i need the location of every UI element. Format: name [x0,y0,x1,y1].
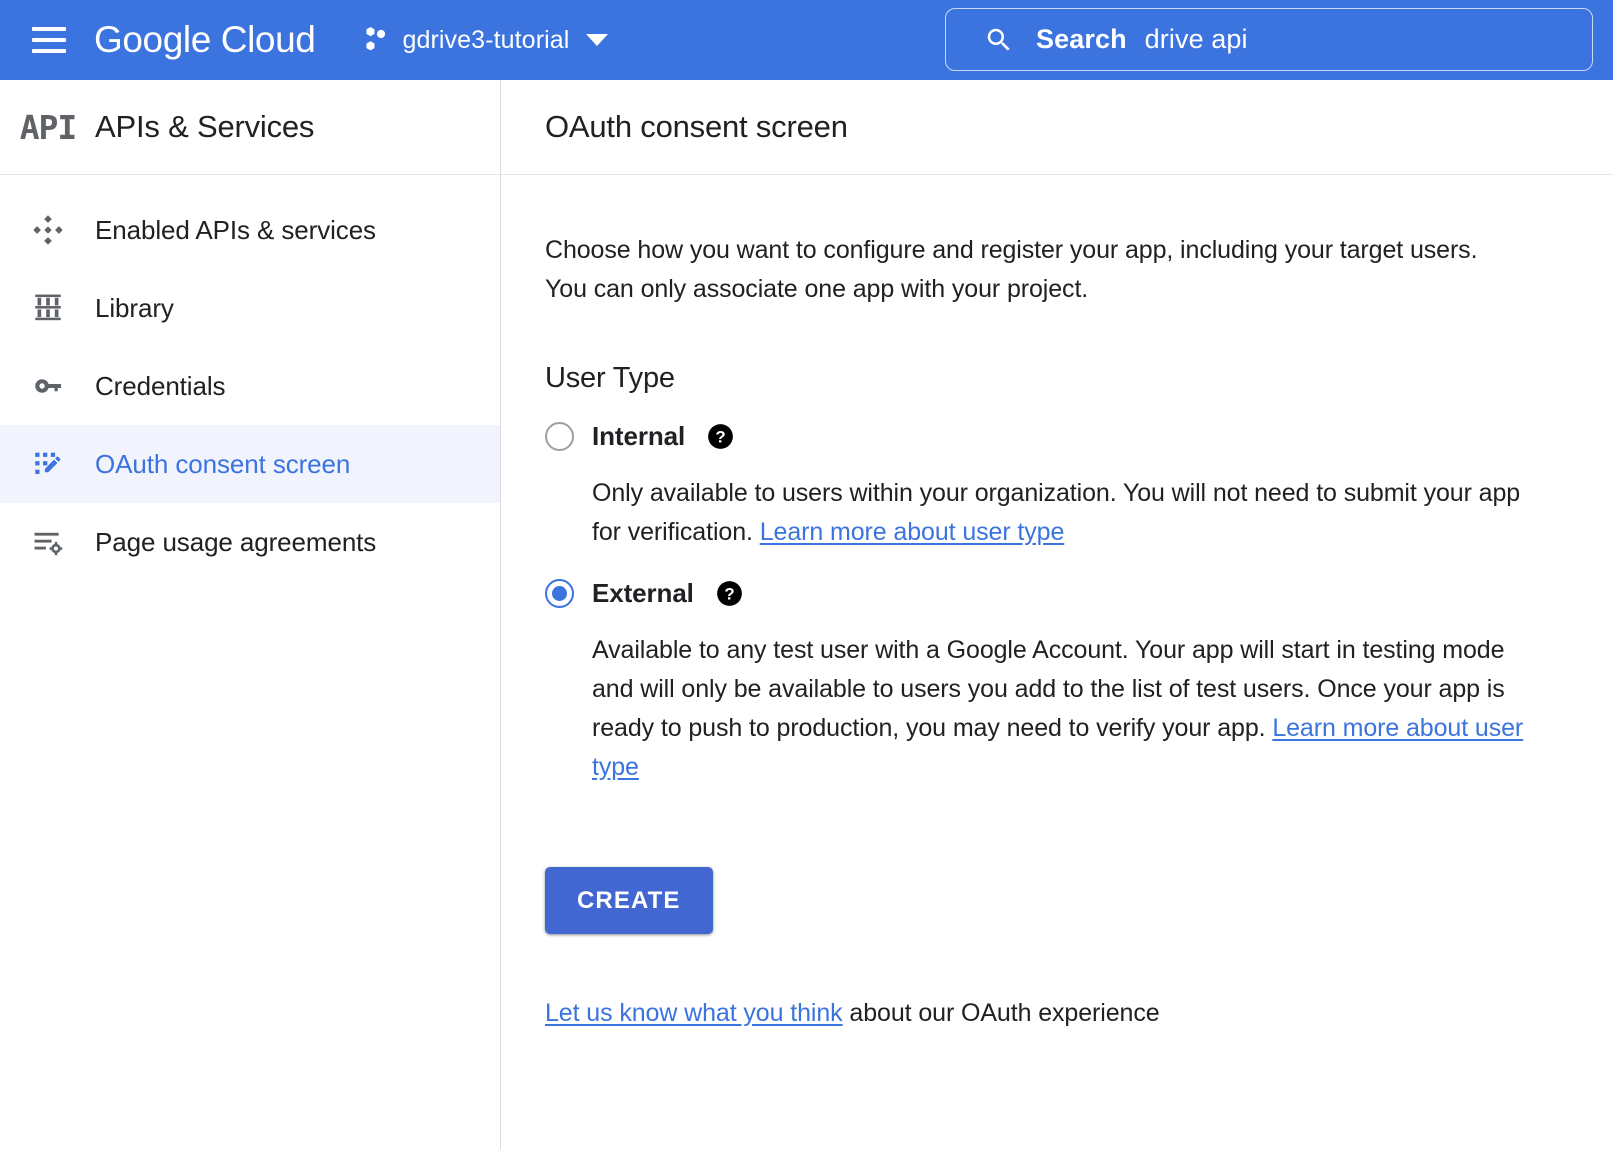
page-title: OAuth consent screen [545,109,848,144]
svg-text:?: ? [724,584,734,603]
feedback-line: Let us know what you think about our OAu… [545,999,1569,1028]
radio-external-description: Available to any test user with a Google… [592,631,1532,787]
learn-more-user-type-link-internal[interactable]: Learn more about user type [760,518,1065,546]
sidebar-header: API APIs & Services [0,80,500,175]
sidebar-item-label: Credentials [95,370,226,401]
radio-option-internal[interactable]: Internal ? [545,421,1569,452]
intro-paragraph: Choose how you want to configure and reg… [545,236,1478,304]
radio-internal-label: Internal [592,420,686,451]
main-content: OAuth consent screen Choose how you want… [501,80,1613,1149]
search-input[interactable]: drive api [1145,24,1248,55]
sidebar-title: APIs & Services [95,109,315,144]
sidebar-item-page-usage-agreements[interactable]: Page usage agreements [0,503,500,581]
search-label: Search [1036,24,1127,54]
radio-internal-description: Only available to users within your orga… [592,474,1532,552]
svg-text:?: ? [715,427,725,446]
sidebar-item-library[interactable]: Library [0,269,500,347]
hamburger-menu-icon[interactable] [32,27,66,53]
page-body: API APIs & Services Enabled APIs & servi… [0,80,1613,1149]
sidebar-nav-list: Enabled APIs & services Library Credenti… [0,175,500,581]
radio-option-external[interactable]: External ? [545,578,1569,609]
search-icon [987,28,1010,51]
sidebar-item-label: Enabled APIs & services [95,214,376,245]
google-cloud-logo[interactable]: Google Cloud [94,19,316,61]
help-circle-icon[interactable]: ? [716,580,743,607]
dashboard-diamond-icon [18,213,78,247]
hamburger-bar [32,38,66,42]
content-area: Choose how you want to configure and reg… [501,231,1613,1028]
chevron-down-icon [586,34,609,46]
radio-external-label: External [592,577,694,608]
hamburger-bar [32,49,66,53]
radio-internal-indicator[interactable] [545,421,574,451]
radio-external-indicator[interactable] [545,578,574,608]
project-name-label: gdrive3-tutorial [402,25,570,54]
main-header: OAuth consent screen [501,80,1613,175]
help-circle-icon[interactable]: ? [707,423,734,450]
library-icon [18,291,78,325]
search-bar[interactable]: Search drive api [945,8,1593,71]
consent-screen-edit-icon [18,447,78,481]
feedback-trailing-text: about our OAuth experience [842,998,1160,1027]
top-app-bar: Google Cloud gdrive3-tutorial Search dri… [0,0,1613,80]
sidebar-item-label: OAuth consent screen [95,448,351,479]
user-type-heading: User Type [545,361,675,394]
hamburger-bar [32,27,66,31]
page-usage-agreements-icon [18,525,78,559]
key-icon [18,369,78,403]
feedback-link[interactable]: Let us know what you think [545,999,843,1027]
sidebar-item-label: Library [95,292,174,323]
cloud-project-icon [366,27,386,51]
sidebar-item-credentials[interactable]: Credentials [0,347,500,425]
sidebar: API APIs & Services Enabled APIs & servi… [0,80,501,1149]
sidebar-item-label: Page usage agreements [95,526,377,557]
sidebar-item-oauth-consent-screen[interactable]: OAuth consent screen [0,425,500,503]
api-logo-icon: API [19,107,78,147]
create-button[interactable]: CREATE [545,866,713,934]
project-selector[interactable]: gdrive3-tutorial [359,25,609,55]
sidebar-item-enabled-apis[interactable]: Enabled APIs & services [0,191,500,269]
